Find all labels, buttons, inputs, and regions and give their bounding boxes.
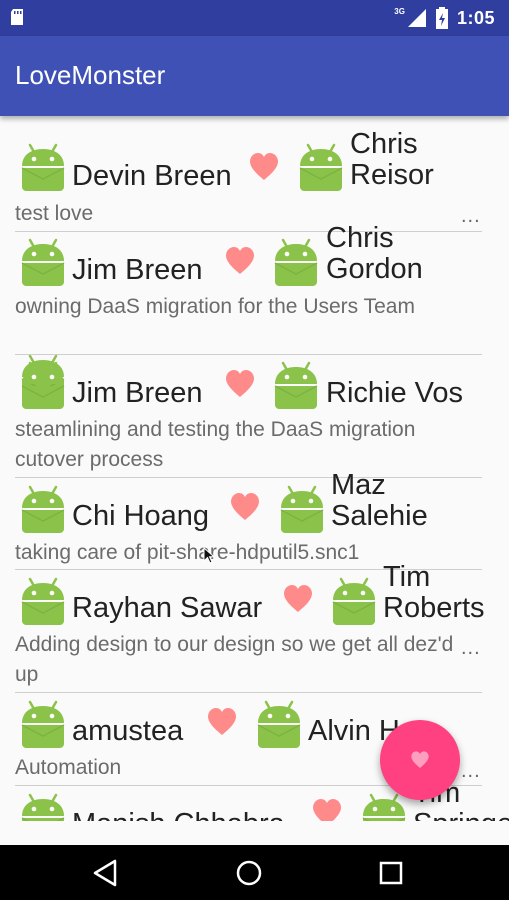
android-avatar-icon	[272, 359, 320, 409]
giver-name: Jim Breen	[72, 377, 203, 409]
heart-icon	[249, 152, 279, 182]
system-nav-bar	[0, 845, 509, 900]
giver-name: Jim Breen	[72, 254, 203, 286]
list-item[interactable]: Jim Breen Richie Vos steamlining and tes…	[0, 355, 509, 477]
signal-icon	[407, 9, 426, 27]
app-title: LoveMonster	[15, 60, 166, 90]
giver-name: Chi Hoang	[72, 500, 210, 532]
receiver-name: Chris Reisor	[350, 128, 434, 191]
status-bar: 3G 1:05	[0, 0, 509, 36]
recents-square-icon[interactable]	[375, 857, 407, 889]
receiver-name: Richie Vos	[326, 377, 464, 409]
clock: 1:05	[456, 7, 495, 28]
android-avatar-icon	[19, 483, 67, 533]
love-note: steamlining and testing the DaaS migrati…	[15, 418, 416, 471]
android-avatar-icon	[272, 236, 320, 286]
heart-icon	[207, 707, 237, 737]
giver-name: Devin Breen	[72, 160, 232, 192]
list-item[interactable]: Jim Breen Chris Gordon owning DaaS migra…	[0, 223, 509, 354]
giver-name: amustea	[72, 715, 184, 747]
android-avatar-icon	[19, 359, 67, 409]
heart-icon	[225, 246, 255, 276]
sd-card-icon	[11, 9, 23, 25]
android-avatar-icon	[297, 141, 345, 191]
back-triangle-icon[interactable]	[90, 857, 122, 889]
list-item[interactable]: Rayhan Sawar Tim Roberts Adding design t…	[0, 562, 509, 692]
love-note: owning DaaS migration for the Users Team	[15, 295, 415, 318]
android-avatar-icon	[278, 483, 326, 533]
heart-icon	[312, 798, 342, 821]
mouse-pointer-icon	[203, 547, 216, 564]
giver-name: Rayhan Sawar	[72, 592, 263, 624]
giver-name: Manish Chhabra	[72, 810, 285, 822]
receiver-name: Maz Salehie	[331, 469, 428, 532]
heart-icon	[225, 369, 255, 399]
home-circle-icon[interactable]	[233, 857, 265, 889]
send-love-fab[interactable]	[380, 720, 460, 800]
love-list[interactable]: Devin Breen Chris Reisor test love ... J…	[0, 116, 509, 821]
receiver-name: Chris Gordon	[326, 222, 423, 285]
heart-icon	[411, 751, 429, 768]
android-avatar-icon	[19, 236, 67, 286]
android-avatar-icon	[19, 698, 67, 748]
list-item[interactable]: Devin Breen Chris Reisor test love ...	[0, 116, 509, 232]
app-bar: LoveMonster	[0, 36, 509, 116]
android-avatar-icon	[19, 575, 67, 625]
heart-icon	[283, 584, 313, 614]
network-type-label: 3G	[394, 6, 405, 16]
truncation-ellipsis: ...	[461, 637, 481, 659]
receiver-name: Tim Roberts	[383, 561, 485, 624]
android-avatar-icon	[330, 575, 378, 625]
battery-icon	[435, 7, 448, 29]
list-item[interactable]: Chi Hoang Maz Salehie taking care of pit…	[0, 470, 509, 570]
android-avatar-icon	[19, 791, 67, 821]
heart-icon	[230, 492, 260, 522]
love-note: Adding design to our design so we get al…	[15, 633, 454, 686]
android-avatar-icon	[255, 698, 303, 748]
android-avatar-icon	[19, 141, 67, 191]
